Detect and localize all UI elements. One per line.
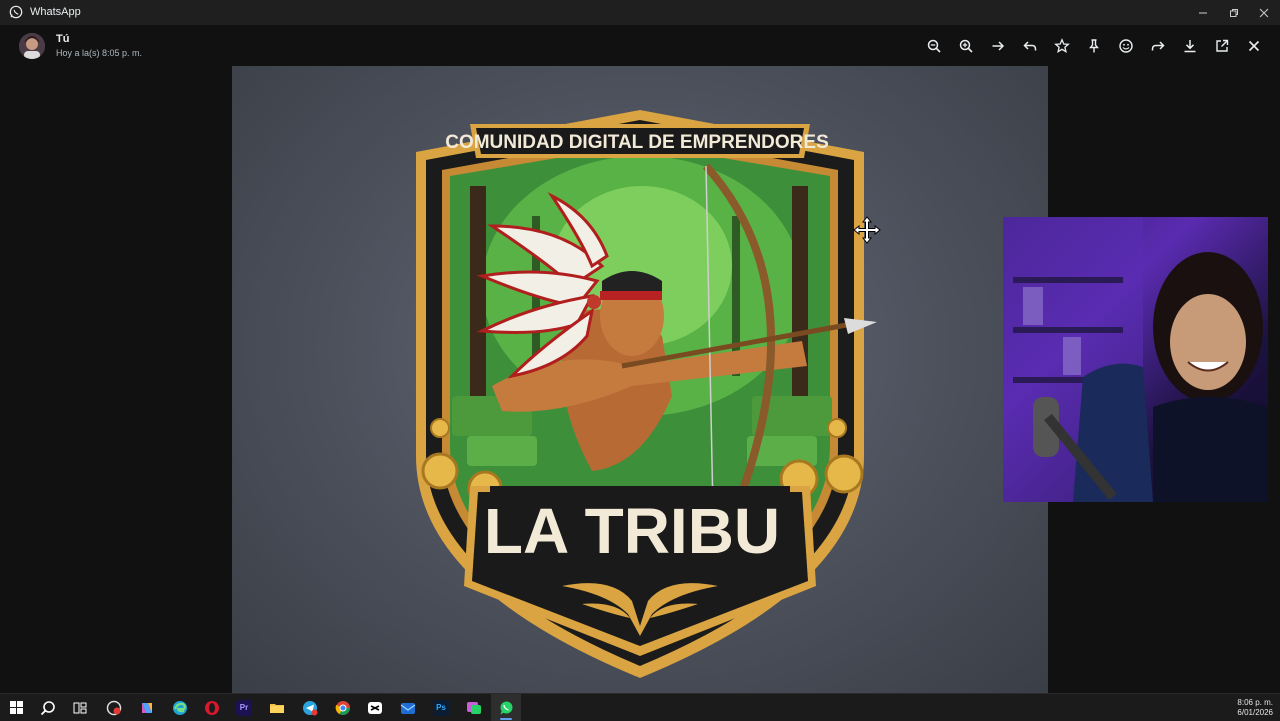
start-button[interactable] <box>1 694 31 721</box>
edge-icon <box>173 700 187 715</box>
la-tribu-logo: COMUNIDAD DIGITAL DE EMPRENDORES LA TRIB… <box>416 110 877 678</box>
taskbar-file-explorer[interactable] <box>262 694 292 721</box>
taskbar-app-1[interactable] <box>99 694 129 721</box>
file-explorer-icon <box>270 703 284 713</box>
media-image[interactable]: COMUNIDAD DIGITAL DE EMPRENDORES LA TRIB… <box>232 66 1048 693</box>
system-clock[interactable]: 8:06 p. m. 6/01/2026 <box>1237 698 1273 718</box>
zoom-out-icon <box>927 39 941 53</box>
search-button[interactable] <box>33 694 63 721</box>
chrome-icon <box>335 700 350 715</box>
open-external-button[interactable] <box>1210 34 1234 58</box>
star-icon <box>1054 38 1070 54</box>
reply-icon <box>1023 41 1037 51</box>
photoshop-icon: Ps <box>433 699 449 716</box>
reply-button[interactable] <box>1018 34 1042 58</box>
open-external-icon <box>1216 39 1229 52</box>
sent-timestamp: Hoy a la(s) 8:05 p. m. <box>56 48 143 58</box>
zoom-in-button[interactable] <box>954 34 978 58</box>
window-close-button[interactable] <box>1248 0 1280 25</box>
close-viewer-button[interactable] <box>1242 34 1266 58</box>
taskbar-chrome[interactable] <box>328 694 358 721</box>
start-icon <box>9 701 23 714</box>
minimize-icon <box>1199 12 1207 13</box>
arrow-right-icon <box>992 41 1005 51</box>
pin-icon <box>1089 39 1099 53</box>
task-view-button[interactable] <box>65 694 95 721</box>
whatsapp-icon <box>500 701 513 714</box>
opera-icon <box>205 700 219 715</box>
title-bar: WhatsApp <box>0 0 1280 25</box>
outlook-icon <box>400 702 416 714</box>
download-icon <box>1184 40 1196 53</box>
taskbar-telegram[interactable] <box>295 694 325 721</box>
premiere-icon: Pr <box>236 699 252 716</box>
zoom-out-button[interactable] <box>922 34 946 58</box>
restore-icon <box>1230 8 1238 17</box>
avatar[interactable] <box>19 33 45 59</box>
pin-button[interactable] <box>1082 34 1106 58</box>
taskbar-whatsapp[interactable] <box>491 694 521 721</box>
react-button[interactable] <box>1114 34 1138 58</box>
taskbar-whatsapp-business[interactable] <box>459 694 489 721</box>
close-icon <box>1259 8 1269 17</box>
go-to-message-button[interactable] <box>986 34 1010 58</box>
webcam-video <box>1003 217 1268 502</box>
zoom-in-icon <box>959 39 973 53</box>
sender-name: Tú <box>56 33 70 45</box>
window-title: WhatsApp <box>30 6 81 18</box>
taskbar-edge[interactable] <box>165 694 195 721</box>
whatsapp-business-icon <box>467 701 481 714</box>
close-icon <box>1248 40 1260 52</box>
emoji-icon <box>1119 39 1133 53</box>
taskbar-copilot[interactable] <box>132 694 162 721</box>
clock-date: 6/01/2026 <box>1237 708 1273 717</box>
copilot-icon <box>142 702 152 713</box>
webcam-overlay <box>1003 217 1268 502</box>
taskbar-outlook[interactable] <box>393 694 423 721</box>
taskbar: Pr Ps 8:06 p. m. 6/01/2026 <box>0 693 1280 721</box>
whatsapp-logo-icon <box>9 5 23 19</box>
restore-button[interactable] <box>1218 0 1250 25</box>
clock-time: 8:06 p. m. <box>1237 698 1273 707</box>
app-icon-1 <box>106 700 122 715</box>
telegram-icon <box>303 700 318 715</box>
move-cursor-icon <box>853 216 881 244</box>
taskbar-opera[interactable] <box>197 694 227 721</box>
download-button[interactable] <box>1178 34 1202 58</box>
forward-icon <box>1151 41 1165 51</box>
search-icon <box>40 700 55 715</box>
taskbar-capcut[interactable] <box>360 694 390 721</box>
taskbar-photoshop[interactable]: Ps <box>426 694 456 721</box>
forward-button[interactable] <box>1146 34 1170 58</box>
capcut-icon <box>368 701 382 714</box>
minimize-button[interactable] <box>1187 0 1219 25</box>
title-text: LA TRIBU <box>484 495 780 567</box>
banner-text: COMUNIDAD DIGITAL DE EMPRENDORES <box>445 132 829 153</box>
taskbar-premiere[interactable]: Pr <box>229 694 259 721</box>
task-view-icon <box>73 702 87 713</box>
avatar-image <box>19 33 45 59</box>
star-button[interactable] <box>1050 34 1074 58</box>
